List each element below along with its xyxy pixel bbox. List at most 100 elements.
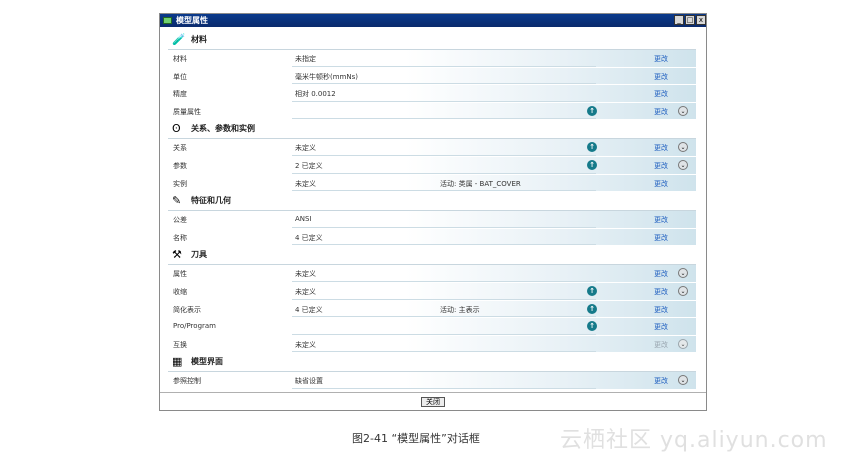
property-row: 参数 2 已定义 ↑ 更改 ⌄ — [168, 156, 696, 175]
row-divider — [292, 100, 596, 102]
chevron-down-icon[interactable]: ⌄ — [678, 268, 688, 279]
property-label: Pro/Program — [173, 322, 216, 331]
chevron-down-icon[interactable]: ⌄ — [678, 159, 688, 170]
row-divider — [292, 351, 596, 353]
row-divider — [292, 154, 596, 156]
change-link[interactable]: 更改 — [654, 179, 668, 189]
property-label: 名称 — [173, 233, 187, 242]
row-divider — [292, 280, 596, 282]
property-row: 简化表示 4 已定义 活动: 主表示 ↑ 更改 — [168, 300, 696, 319]
property-label: 公差 — [173, 216, 187, 225]
property-row: 精度 相对 0.0012 更改 — [168, 85, 696, 103]
change-link[interactable]: 更改 — [654, 305, 668, 315]
property-label: 参数 — [173, 161, 187, 170]
change-link[interactable]: 更改 — [654, 269, 668, 279]
model-properties-dialog: 模型属性 _ □ x 🧪 材料 材料 未指定 更改 单位 毫米牛顿秒(mmNs) 更改 精度 相对… — [159, 13, 707, 411]
row-divider — [292, 298, 596, 300]
section-title: 特征和几何 — [191, 196, 231, 206]
row-divider — [292, 244, 596, 246]
property-value: 未定义 — [295, 270, 316, 279]
info-icon[interactable]: ↑ — [587, 285, 597, 296]
minimize-button[interactable]: _ — [674, 15, 684, 25]
property-active-status: 活动: 类属 - BAT_COVER — [440, 179, 521, 188]
window-title: 模型属性 — [176, 16, 208, 25]
row-divider — [292, 118, 596, 120]
property-label: 单位 — [173, 72, 187, 81]
property-label: 材料 — [173, 55, 187, 63]
section-header: ⚒ 刀具 — [168, 246, 696, 266]
feature-icon: ✎ — [172, 194, 182, 208]
property-value: 未定义 — [295, 179, 316, 188]
figure-caption: 图2-41 “模型属性”对话框 — [352, 432, 480, 445]
property-label: 简化表示 — [173, 305, 201, 314]
change-link[interactable]: 更改 — [654, 376, 668, 386]
chevron-down-icon[interactable]: ⌄ — [678, 142, 688, 153]
change-link[interactable]: 更改 — [654, 89, 668, 99]
property-row: 单位 毫米牛顿秒(mmNs) 更改 — [168, 67, 696, 86]
change-link[interactable]: 更改 — [654, 233, 668, 243]
property-value: 缺省设置 — [295, 377, 323, 386]
property-value: 未定义 — [295, 340, 316, 349]
info-icon[interactable]: ↑ — [587, 142, 597, 153]
row-divider — [292, 172, 596, 174]
watermark: 云栖社区 yq.aliyun.com — [560, 428, 828, 453]
property-label: 关系 — [173, 144, 187, 153]
change-link[interactable]: 更改 — [654, 107, 668, 117]
property-value: 毫米牛顿秒(mmNs) — [295, 72, 358, 81]
section-header: ▦ 模型界面 — [168, 353, 696, 373]
section-header: ʘ 关系、参数和实例 — [168, 120, 696, 140]
change-link[interactable]: 更改 — [654, 143, 668, 153]
property-label: 收缩 — [173, 287, 187, 296]
info-icon[interactable]: ↑ — [587, 105, 597, 116]
property-row: 名称 4 已定义 更改 — [168, 228, 696, 247]
section-header: 🧪 材料 — [168, 31, 696, 50]
change-link[interactable]: 更改 — [654, 161, 668, 171]
change-link[interactable]: 更改 — [654, 54, 668, 64]
property-label: 互换 — [173, 340, 187, 349]
chevron-down-icon[interactable]: ⌄ — [678, 285, 688, 296]
chevron-down-icon[interactable]: ⌄ — [678, 375, 688, 386]
property-label: 属性 — [173, 270, 187, 279]
property-value: 相对 0.0012 — [295, 90, 336, 99]
change-link[interactable]: 更改 — [654, 322, 668, 332]
property-value: 2 已定义 — [295, 161, 323, 170]
info-icon[interactable]: ↑ — [587, 321, 597, 332]
property-value: 4 已定义 — [295, 233, 323, 242]
row-divider — [292, 65, 596, 67]
material-icon: 🧪 — [172, 33, 186, 46]
section-title: 刀具 — [191, 250, 207, 260]
change-link[interactable]: 更改 — [654, 72, 668, 82]
section-header: ✎ 特征和几何 — [168, 192, 696, 212]
property-value: 4 已定义 — [295, 305, 323, 314]
section-title: 模型界面 — [191, 357, 223, 367]
relations-icon: ʘ — [172, 122, 181, 136]
maximize-button[interactable]: □ — [685, 15, 695, 25]
close-window-button[interactable]: x — [696, 15, 706, 25]
property-label: 精度 — [173, 90, 187, 99]
info-icon[interactable]: ↑ — [587, 303, 597, 314]
change-link[interactable]: 更改 — [654, 215, 668, 225]
row-divider — [292, 190, 596, 192]
chevron-down-icon[interactable]: ⌄ — [678, 105, 688, 116]
chevron-down-icon[interactable]: ⌄ — [678, 338, 688, 349]
property-row: 收缩 未定义 ↑ 更改 ⌄ — [168, 282, 696, 301]
row-divider — [292, 316, 596, 318]
properties-content: 🧪 材料 材料 未指定 更改 单位 毫米牛顿秒(mmNs) 更改 精度 相对 0.0012 更改 质量… — [168, 31, 696, 390]
change-link[interactable]: 更改 — [654, 287, 668, 297]
property-row: 质量属性 ↑ 更改 ⌄ — [168, 102, 696, 121]
property-row: 公差 ANSI 更改 — [168, 211, 696, 229]
tool-icon: ⚒ — [172, 248, 182, 262]
close-button[interactable]: 关闭 — [421, 397, 445, 407]
row-divider — [292, 333, 596, 335]
title-bar: 模型属性 _ □ x — [160, 14, 706, 27]
property-label: 参照控制 — [173, 377, 201, 386]
model-interface-icon: ▦ — [172, 355, 183, 369]
property-row: 属性 未定义 更改 ⌄ — [168, 265, 696, 283]
section-title: 材料 — [191, 35, 207, 44]
property-active-status: 活动: 主表示 — [440, 305, 480, 314]
property-value: 未定义 — [295, 287, 316, 296]
window-icon — [163, 17, 172, 24]
property-row: 互换 未定义 更改 ⌄ — [168, 335, 696, 354]
info-icon[interactable]: ↑ — [587, 159, 597, 170]
property-label: 实例 — [173, 179, 187, 188]
